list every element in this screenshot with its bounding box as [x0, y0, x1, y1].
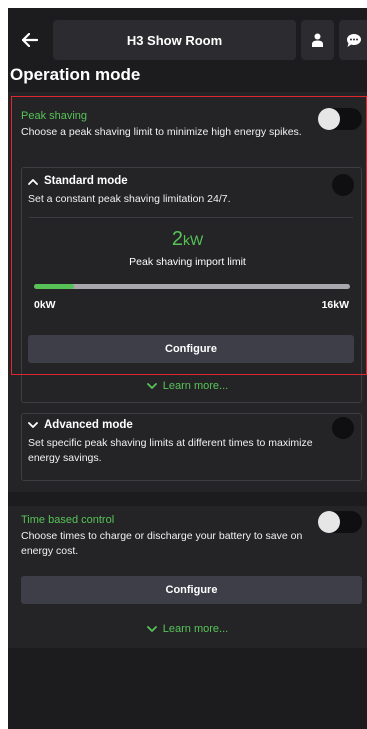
learn-more-label: Learn more...: [162, 380, 229, 392]
slider-max-label: 16kW: [321, 299, 349, 311]
peak-shaving-toggle[interactable]: [318, 108, 362, 130]
page-title: Operation mode: [10, 65, 141, 84]
header-title: H3 Show Room: [53, 20, 296, 60]
limit-label: Peak shaving import limit: [129, 256, 246, 268]
learn-more-label: Learn more...: [162, 623, 229, 635]
advanced-mode-title: Advanced mode: [44, 419, 133, 431]
peak-shaving-title: Peak shaving: [21, 110, 88, 122]
limit-value: 2kW: [8, 228, 367, 251]
standard-mode-title: Standard mode: [44, 175, 128, 187]
limit-unit: kW: [182, 232, 204, 248]
advanced-mode-description: Set specific peak shaving limits at diff…: [28, 437, 313, 464]
peak-shaving-learn-more-link[interactable]: Learn more...: [8, 380, 367, 392]
time-based-description: Choose times to charge or discharge your…: [21, 530, 303, 557]
toggle-knob: [318, 511, 340, 533]
chevron-up-icon: [28, 178, 38, 185]
back-button[interactable]: [12, 20, 48, 60]
limit-slider-fill: [34, 284, 74, 289]
arrow-left-icon: [22, 33, 38, 47]
chevron-down-icon: [146, 625, 157, 632]
person-icon: [312, 33, 323, 47]
chevron-down-icon: [146, 382, 157, 389]
time-based-title: Time based control: [21, 514, 115, 526]
chat-button[interactable]: [339, 20, 367, 60]
time-based-toggle[interactable]: [318, 511, 362, 533]
configure-time-based-button[interactable]: Configure: [21, 576, 362, 604]
advanced-mode-radio[interactable]: [332, 417, 354, 439]
divider: [29, 217, 353, 218]
chat-bubble-icon: [347, 33, 361, 47]
slider-min-label: 0kW: [34, 299, 56, 311]
user-button[interactable]: [301, 20, 334, 60]
standard-mode-header[interactable]: Standard mode: [28, 175, 128, 187]
app-screen: H3 Show Room Operation mode Peak shaving…: [8, 8, 367, 729]
toggle-knob: [318, 108, 340, 130]
standard-mode-description: Set a constant peak shaving limitation 2…: [28, 193, 231, 205]
standard-mode-radio[interactable]: [332, 174, 354, 196]
advanced-mode-header[interactable]: Advanced mode: [28, 419, 133, 431]
time-based-learn-more-link[interactable]: Learn more...: [8, 623, 367, 635]
limit-slider-track[interactable]: [34, 284, 350, 289]
limit-number: 2: [171, 228, 183, 250]
chevron-down-icon: [28, 421, 38, 428]
configure-peak-shaving-button[interactable]: Configure: [28, 335, 354, 363]
peak-shaving-description: Choose a peak shaving limit to minimize …: [21, 126, 302, 138]
